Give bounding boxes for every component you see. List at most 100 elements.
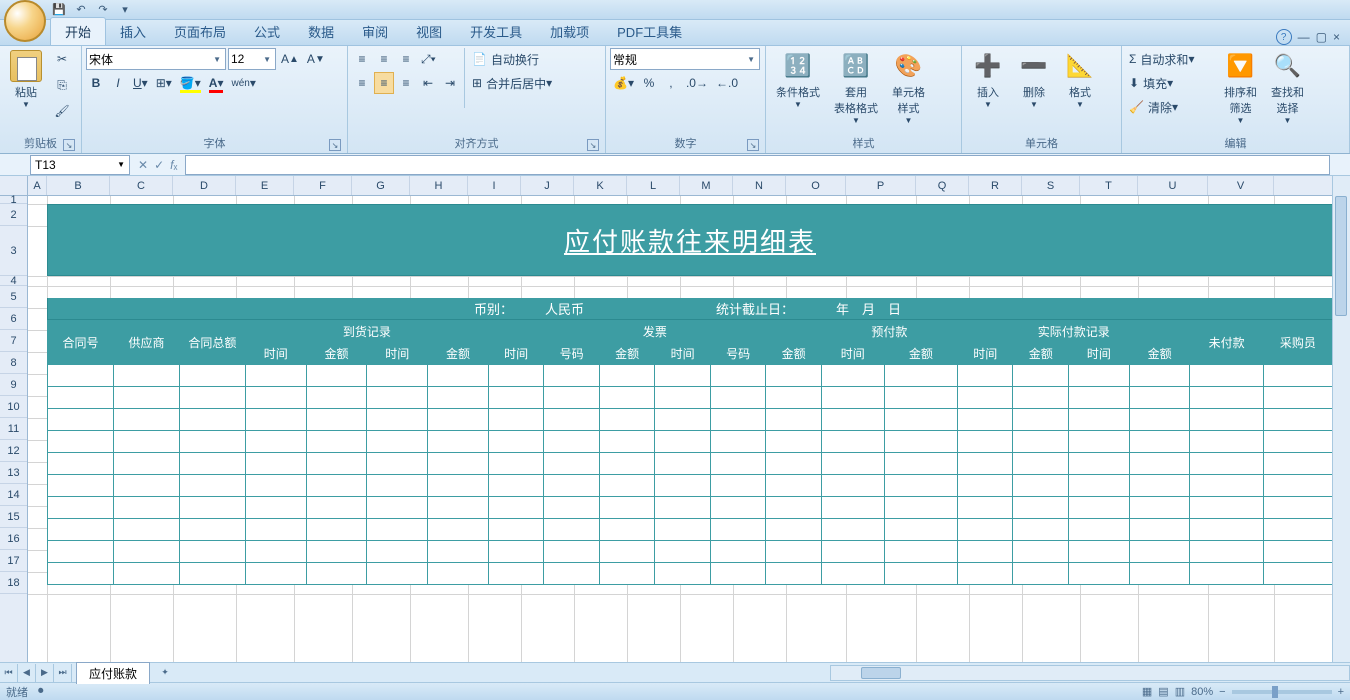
underline-button[interactable]: U▾ [130, 72, 151, 94]
cell-style-button[interactable]: 🎨单元格 样式▼ [886, 48, 931, 127]
wrap-text-button[interactable]: 📄 自动换行 [469, 48, 579, 70]
sheet-tab-active[interactable]: 应付账款 [76, 662, 150, 684]
col-header-N[interactable]: N [733, 176, 786, 195]
col-header-S[interactable]: S [1022, 176, 1080, 195]
table-row[interactable] [48, 431, 1333, 453]
row-header-16[interactable]: 16 [0, 528, 27, 550]
row-header-6[interactable]: 6 [0, 308, 27, 330]
border-button[interactable]: ⊞▾ [153, 72, 175, 94]
indent-increase-icon[interactable]: ⇥ [440, 72, 460, 94]
help-icon[interactable]: ? [1276, 29, 1292, 45]
conditional-format-button[interactable]: 🔢条件格式▼ [770, 48, 826, 111]
align-launcher-icon[interactable]: ↘ [587, 139, 599, 151]
window-close-icon[interactable]: × [1333, 30, 1340, 44]
tab-home[interactable]: 开始 [50, 17, 106, 45]
table-row[interactable] [48, 387, 1333, 409]
col-header-A[interactable]: A [28, 176, 47, 195]
clipboard-launcher-icon[interactable]: ↘ [63, 139, 75, 151]
col-header-E[interactable]: E [236, 176, 294, 195]
fx-icon[interactable]: fₓ [170, 158, 177, 172]
table-row[interactable] [48, 497, 1333, 519]
zoom-out-icon[interactable]: − [1219, 686, 1225, 698]
decrease-decimal-icon[interactable]: ←.0 [713, 72, 741, 94]
tab-nav-prev-icon[interactable]: ◀ [18, 664, 36, 682]
insert-cells-button[interactable]: ➕插入▼ [966, 48, 1010, 111]
fill-button[interactable]: ⬇ 填充▾ [1126, 72, 1216, 94]
window-restore-icon[interactable]: ▢ [1316, 30, 1327, 44]
col-header-B[interactable]: B [47, 176, 110, 195]
bold-button[interactable]: B [86, 72, 106, 94]
qat-dropdown-icon[interactable]: ▾ [116, 1, 134, 19]
qat-undo-icon[interactable]: ↶ [72, 1, 90, 19]
shrink-font-icon[interactable]: A▼ [304, 48, 328, 70]
row-header-13[interactable]: 13 [0, 462, 27, 484]
table-format-button[interactable]: 🔠套用 表格格式▼ [828, 48, 884, 127]
paste-button[interactable]: 粘贴 ▼ [4, 48, 48, 111]
col-header-H[interactable]: H [410, 176, 468, 195]
col-header-U[interactable]: U [1138, 176, 1208, 195]
office-button[interactable] [4, 0, 46, 42]
fill-color-button[interactable]: 🪣▾ [177, 72, 204, 94]
merge-center-button[interactable]: ⊞ 合并后居中▾ [469, 72, 579, 94]
horizontal-scrollbar[interactable] [830, 665, 1350, 681]
number-format-combo[interactable]: 常规▼ [610, 48, 760, 70]
tab-layout[interactable]: 页面布局 [160, 18, 240, 45]
align-center-icon[interactable]: ≡ [374, 72, 394, 94]
row-header-5[interactable]: 5 [0, 286, 27, 308]
row-header-9[interactable]: 9 [0, 374, 27, 396]
increase-decimal-icon[interactable]: .0→ [683, 72, 711, 94]
col-header-P[interactable]: P [846, 176, 916, 195]
table-row[interactable] [48, 365, 1333, 387]
table-row[interactable] [48, 475, 1333, 497]
tab-addin[interactable]: 加载项 [536, 18, 603, 45]
sort-filter-button[interactable]: 🔽排序和 筛选▼ [1218, 48, 1263, 127]
italic-button[interactable]: I [108, 72, 128, 94]
tab-formula[interactable]: 公式 [240, 18, 294, 45]
view-normal-icon[interactable]: ▦ [1142, 685, 1152, 698]
row-header-11[interactable]: 11 [0, 418, 27, 440]
autosum-button[interactable]: Σ 自动求和▾ [1126, 48, 1216, 70]
col-header-O[interactable]: O [786, 176, 846, 195]
row-headers[interactable]: 123456789101112131415161718 [0, 196, 28, 662]
view-pagebreak-icon[interactable]: ▥ [1175, 685, 1185, 698]
col-header-C[interactable]: C [110, 176, 173, 195]
col-header-J[interactable]: J [521, 176, 574, 195]
vertical-scrollbar[interactable] [1332, 176, 1350, 662]
row-header-14[interactable]: 14 [0, 484, 27, 506]
row-header-7[interactable]: 7 [0, 330, 27, 352]
delete-cells-button[interactable]: ➖删除▼ [1012, 48, 1056, 111]
column-headers[interactable]: ABCDEFGHIJKLMNOPQRSTUV [28, 176, 1332, 196]
font-launcher-icon[interactable]: ↘ [329, 139, 341, 151]
tab-nav-last-icon[interactable]: ⏭ [54, 664, 72, 682]
col-header-G[interactable]: G [352, 176, 410, 195]
col-header-D[interactable]: D [173, 176, 236, 195]
qat-redo-icon[interactable]: ↷ [94, 1, 112, 19]
tab-data[interactable]: 数据 [294, 18, 348, 45]
align-bottom-icon[interactable]: ≡ [396, 48, 416, 70]
comma-icon[interactable]: , [661, 72, 681, 94]
col-header-Q[interactable]: Q [916, 176, 969, 195]
tab-nav-first-icon[interactable]: ⏮ [0, 664, 18, 682]
row-header-1[interactable]: 1 [0, 196, 27, 204]
table-row[interactable] [48, 563, 1333, 585]
clear-button[interactable]: 🧹 清除▾ [1126, 96, 1216, 118]
tab-nav-next-icon[interactable]: ▶ [36, 664, 54, 682]
zoom-level[interactable]: 80% [1191, 686, 1213, 698]
currency-icon[interactable]: 💰▾ [610, 72, 637, 94]
tab-pdf[interactable]: PDF工具集 [603, 18, 696, 45]
macro-record-icon[interactable]: ⏺ [38, 685, 44, 698]
number-launcher-icon[interactable]: ↘ [747, 139, 759, 151]
align-left-icon[interactable]: ≡ [352, 72, 372, 94]
fx-accept-icon[interactable]: ✓ [154, 158, 164, 172]
copy-icon[interactable]: ⎘ [52, 74, 72, 96]
percent-icon[interactable]: % [639, 72, 659, 94]
col-header-F[interactable]: F [294, 176, 352, 195]
font-color-button[interactable]: A▾ [206, 72, 227, 94]
zoom-slider[interactable] [1232, 690, 1332, 694]
zoom-in-icon[interactable]: + [1338, 686, 1344, 698]
row-header-18[interactable]: 18 [0, 572, 27, 594]
formula-input[interactable] [185, 155, 1330, 175]
align-top-icon[interactable]: ≡ [352, 48, 372, 70]
col-header-T[interactable]: T [1080, 176, 1138, 195]
col-header-R[interactable]: R [969, 176, 1022, 195]
